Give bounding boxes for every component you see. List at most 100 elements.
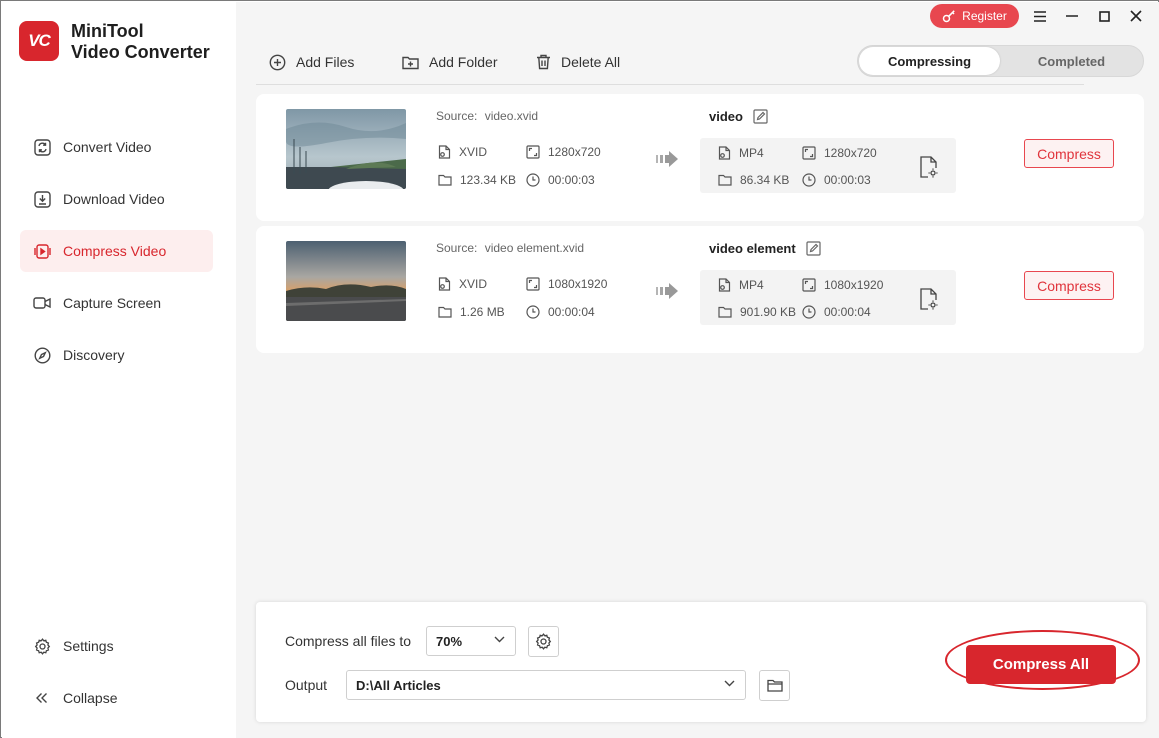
double-chevron-left-icon xyxy=(33,689,51,707)
folder-icon xyxy=(718,306,732,318)
clock-icon xyxy=(526,305,540,319)
open-folder-button[interactable] xyxy=(759,670,790,701)
output-filename: video element xyxy=(709,241,796,256)
resolution-value: 1280x720 xyxy=(548,145,601,159)
close-button[interactable] xyxy=(1124,5,1148,27)
hamburger-icon xyxy=(1034,11,1046,22)
source-duration: 00:00:03 xyxy=(526,173,595,187)
delete-all-label: Delete All xyxy=(561,54,620,70)
add-files-button[interactable]: Add Files xyxy=(269,51,354,73)
sidebar: VC MiniTool Video Converter Convert Vide… xyxy=(2,2,236,738)
app-title: MiniTool Video Converter xyxy=(71,21,210,63)
bottom-panel: Compress all files to 70% Output D:\All … xyxy=(256,602,1146,722)
source-size: 1.26 MB xyxy=(438,305,505,319)
size-value: 86.34 KB xyxy=(740,173,789,187)
trash-icon xyxy=(536,54,551,70)
collapse-button[interactable]: Collapse xyxy=(20,677,213,719)
register-button[interactable]: Register xyxy=(930,4,1019,28)
sidebar-item-capture-screen[interactable]: Capture Screen xyxy=(20,282,213,324)
compress-button[interactable]: Compress xyxy=(1024,139,1114,168)
resolution-icon xyxy=(526,277,540,291)
output-path-value: D:\All Articles xyxy=(356,678,441,693)
resolution-value: 1280x720 xyxy=(824,146,877,160)
maximize-icon xyxy=(1099,11,1110,22)
format-value: XVID xyxy=(459,145,487,159)
source-size: 123.34 KB xyxy=(438,173,516,187)
sidebar-item-label: Convert Video xyxy=(63,139,151,155)
output-filename: video xyxy=(709,109,743,124)
delete-all-button[interactable]: Delete All xyxy=(536,51,620,73)
maximize-button[interactable] xyxy=(1092,5,1116,27)
sidebar-item-label: Discovery xyxy=(63,347,124,363)
edit-icon[interactable] xyxy=(753,109,768,124)
sidebar-item-compress-video[interactable]: Compress Video xyxy=(20,230,213,272)
edit-icon[interactable] xyxy=(806,241,821,256)
clock-icon xyxy=(526,173,540,187)
settings-button[interactable]: Settings xyxy=(20,625,213,667)
compass-icon xyxy=(33,346,51,364)
menu-button[interactable] xyxy=(1028,5,1052,27)
source-label: Source: xyxy=(436,109,477,123)
format-value: XVID xyxy=(459,277,487,291)
download-icon xyxy=(33,190,51,208)
file-icon xyxy=(718,278,731,292)
sidebar-item-download-video[interactable]: Download Video xyxy=(20,178,213,220)
duration-value: 00:00:03 xyxy=(824,173,871,187)
output-settings-button[interactable] xyxy=(919,288,938,315)
sidebar-item-label: Capture Screen xyxy=(63,295,161,311)
clock-icon xyxy=(802,305,816,319)
folder-icon xyxy=(767,679,783,692)
output-info: MP4 1080x1920 901.90 KB 00:00:04 xyxy=(700,270,956,325)
compress-all-files-label: Compress all files to xyxy=(285,633,411,649)
close-icon xyxy=(1130,10,1142,22)
app-title-line1: MiniTool xyxy=(71,21,210,42)
status-tabs: Compressing Completed xyxy=(857,45,1144,77)
sidebar-item-discovery[interactable]: Discovery xyxy=(20,334,213,376)
app-title-line2: Video Converter xyxy=(71,42,210,63)
settings-label: Settings xyxy=(63,638,114,654)
output-duration: 00:00:03 xyxy=(802,173,871,187)
duration-value: 00:00:04 xyxy=(548,305,595,319)
tab-completed[interactable]: Completed xyxy=(1001,47,1142,75)
size-value: 123.34 KB xyxy=(460,173,516,187)
tab-compressing[interactable]: Compressing xyxy=(859,47,1000,75)
app-logo: VC xyxy=(19,21,59,61)
arrow-right-icon xyxy=(656,283,678,304)
format-value: MP4 xyxy=(739,146,764,160)
convert-icon xyxy=(33,138,51,156)
add-folder-button[interactable]: Add Folder xyxy=(402,51,497,73)
video-thumbnail[interactable] xyxy=(286,109,406,189)
add-circle-icon xyxy=(269,54,286,71)
output-name: video xyxy=(709,109,768,124)
main-area: Register Add Files Add Folder Delete All xyxy=(236,2,1159,738)
output-settings-button[interactable] xyxy=(919,156,938,183)
folder-icon xyxy=(438,306,452,318)
source-filename: video element.xvid xyxy=(485,241,584,255)
output-size: 901.90 KB xyxy=(718,305,796,319)
key-icon xyxy=(942,9,956,23)
file-settings-icon xyxy=(919,288,938,310)
sidebar-item-label: Compress Video xyxy=(63,243,166,259)
resolution-icon xyxy=(802,278,816,292)
size-value: 1.26 MB xyxy=(460,305,505,319)
output-path-select[interactable]: D:\All Articles xyxy=(346,670,746,700)
collapse-label: Collapse xyxy=(63,690,117,706)
add-files-label: Add Files xyxy=(296,54,354,70)
resolution-value: 1080x1920 xyxy=(824,278,883,292)
add-folder-label: Add Folder xyxy=(429,54,497,70)
clock-icon xyxy=(802,173,816,187)
video-thumbnail[interactable] xyxy=(286,241,406,321)
highlight-annotation xyxy=(945,630,1140,690)
compress-level-select[interactable]: 70% xyxy=(426,626,516,656)
toolbar-divider xyxy=(256,84,1084,85)
compress-settings-button[interactable] xyxy=(528,626,559,657)
sidebar-item-convert-video[interactable]: Convert Video xyxy=(20,126,213,168)
output-size: 86.34 KB xyxy=(718,173,789,187)
file-icon xyxy=(718,146,731,160)
duration-value: 00:00:03 xyxy=(548,173,595,187)
minimize-button[interactable] xyxy=(1060,5,1084,27)
file-icon xyxy=(438,277,451,291)
compress-button[interactable]: Compress xyxy=(1024,271,1114,300)
file-card: Source: video element.xvid XVID 1080x192… xyxy=(256,226,1144,353)
output-format: MP4 xyxy=(718,278,764,292)
